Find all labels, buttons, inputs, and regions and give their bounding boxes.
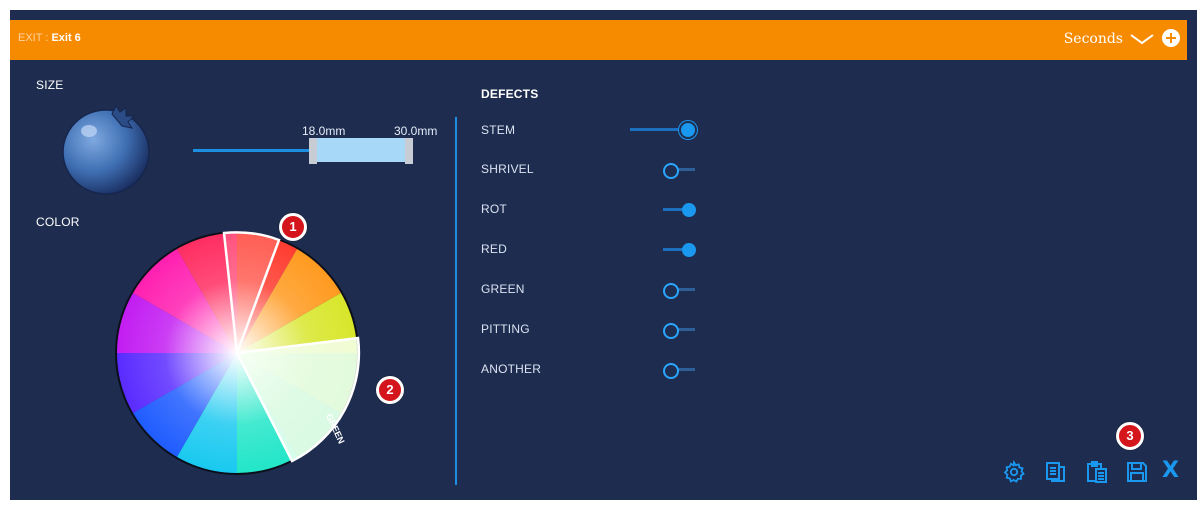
- defect-label-shrivel: SHRIVEL: [481, 162, 534, 176]
- defect-label-another: ANOTHER: [481, 362, 542, 376]
- defect-label-stem: STEM: [481, 123, 516, 137]
- defect-label-green: GREEN: [481, 282, 525, 296]
- chevron-down-icon[interactable]: [1129, 32, 1155, 46]
- callout-badge-1: 1: [279, 213, 307, 241]
- size-selected-range[interactable]: [313, 138, 409, 162]
- close-icon[interactable]: X: [1162, 458, 1179, 483]
- defect-label-red: RED: [481, 242, 507, 256]
- save-icon[interactable]: [1125, 460, 1149, 484]
- callout-badge-3: 3: [1116, 422, 1144, 450]
- toggle-rot[interactable]: [663, 202, 703, 218]
- settings-icon[interactable]: [1002, 460, 1026, 484]
- toggle-shrivel[interactable]: [663, 162, 703, 179]
- toggle-red[interactable]: [663, 242, 703, 258]
- size-min-handle[interactable]: [309, 138, 317, 164]
- blueberry-icon: [62, 105, 150, 195]
- defect-label-pitting: PITTING: [481, 322, 530, 336]
- callout-badge-2: 2: [376, 376, 404, 404]
- add-icon[interactable]: [1162, 29, 1180, 47]
- exit-name: Exit 6: [51, 32, 81, 44]
- toggle-green[interactable]: [663, 282, 703, 299]
- size-heading: SIZE: [36, 78, 64, 92]
- defects-heading: DEFECTS: [481, 87, 539, 101]
- toggle-stem[interactable]: [630, 122, 696, 138]
- breadcrumb-separator: :: [45, 32, 49, 44]
- unit-dropdown[interactable]: Seconds: [1064, 31, 1123, 47]
- exit-header-bar: EXIT : Exit 6 Seconds: [10, 20, 1187, 60]
- defect-label-rot: ROT: [481, 202, 507, 216]
- toggle-another[interactable]: [663, 362, 703, 379]
- color-heading: COLOR: [36, 215, 80, 229]
- section-divider: [455, 117, 457, 485]
- size-max-handle[interactable]: [405, 138, 413, 164]
- size-max-label: 30.0mm: [394, 124, 438, 138]
- size-min-label: 18.0mm: [302, 124, 346, 138]
- breadcrumb: EXIT : Exit 6: [18, 32, 81, 44]
- copy-icon[interactable]: [1044, 460, 1068, 484]
- breadcrumb-root[interactable]: EXIT: [18, 32, 42, 44]
- toggle-pitting[interactable]: [663, 322, 703, 339]
- color-wheel[interactable]: [112, 228, 362, 478]
- size-slider-track[interactable]: [193, 149, 311, 152]
- paste-icon[interactable]: [1085, 460, 1109, 484]
